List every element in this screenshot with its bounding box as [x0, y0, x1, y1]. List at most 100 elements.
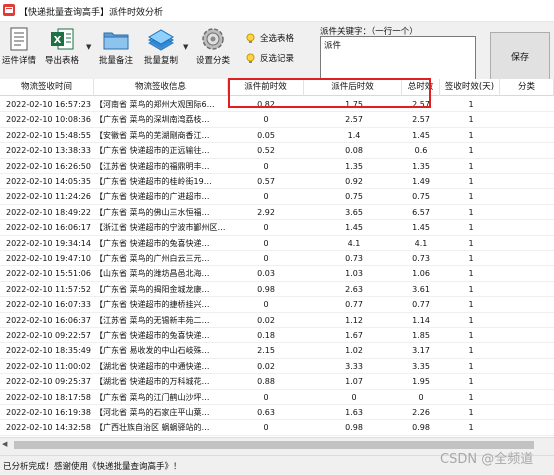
table-row[interactable]: 2022-02-10 13:38:33 【广东省 快递超市的正远输往… 0.52 0.…: [0, 143, 554, 159]
save-button[interactable]: 保存: [490, 32, 550, 80]
cell-sign-time: 2022-02-10 16:26:50: [6, 161, 91, 171]
excel-icon: X: [51, 28, 74, 50]
cell-sign-time: 2022-02-10 18:17:58: [6, 392, 91, 402]
cell-sign-info: 【广东省 快递超市的兔喜快递…: [95, 238, 210, 248]
cell-post-dispatch: 2.57: [345, 115, 363, 125]
table-row[interactable]: 2022-02-10 14:05:35 【广东省 快递超市的桂岭街19… 0.57 0…: [0, 174, 554, 190]
table-row[interactable]: 2022-02-10 18:49:22 【广东省 菜鸟的佛山三水恒福… 2.92 3.…: [0, 205, 554, 221]
cell-sign-days: 1: [468, 238, 474, 248]
cell-sign-days: 1: [468, 177, 474, 186]
cell-post-dispatch: 1.67: [345, 331, 363, 340]
cell-post-dispatch: 0.08: [345, 146, 363, 156]
settings-icon: [202, 28, 224, 50]
invert-selection-label: 反选记录: [260, 54, 295, 64]
table-row[interactable]: 2022-02-10 09:22:57 【广东省 快递超市的兔喜快递… 0.18 1.…: [0, 328, 554, 344]
cell-sign-info: 【广东省 菜鸟的深圳南湾荔枝…: [95, 115, 210, 125]
cell-total: 1.45: [412, 130, 430, 140]
col-header-sign-time[interactable]: 物流签收时间: [0, 79, 94, 96]
table-row[interactable]: 2022-02-10 16:06:37 【江苏省 菜鸟的无锡新丰苑二… 0.02 1.…: [0, 313, 554, 328]
cell-sign-info: 【广东省 快递超市的正远输往…: [95, 146, 210, 156]
shipment-details-button[interactable]: 运件详情: [0, 26, 38, 74]
cell-total: 1.45: [412, 223, 430, 233]
cell-sign-time: 2022-02-10 16:06:17: [6, 223, 91, 233]
cell-sign-info: 【江苏省 快递超市的福鼎明丰…: [95, 161, 210, 171]
cell-sign-days: 1: [468, 331, 474, 340]
batch-copy-button[interactable]: 批量复制: [138, 26, 184, 74]
cell-post-dispatch: 0.73: [345, 254, 363, 263]
invert-selection-toggle[interactable]: 反选记录: [245, 51, 294, 65]
cell-sign-days: 1: [468, 130, 474, 140]
scroll-left-arrow-icon[interactable]: ◀: [2, 440, 7, 448]
cell-pre-dispatch: 2.92: [257, 207, 275, 217]
export-dropdown-arrow-icon[interactable]: ▼: [86, 43, 91, 51]
copy-dropdown-arrow-icon[interactable]: ▼: [183, 43, 188, 51]
cell-sign-info: 【广东省 快递超市的桂岭街19…: [95, 177, 212, 186]
lightbulb-icon: [246, 33, 255, 43]
cell-total: 3.61: [412, 284, 430, 294]
cell-pre-dispatch: 0.18: [257, 331, 275, 340]
cell-sign-info: 【广东省 菜鸟的佛山三水恒福…: [95, 207, 210, 217]
cell-pre-dispatch: 0: [263, 392, 269, 402]
table-row[interactable]: 2022-02-10 16:07:33 【广东省 快递超市的捷桥挂兴… 0 0.77 0…: [0, 297, 554, 313]
cell-post-dispatch: 1.4: [347, 130, 361, 140]
cell-pre-dispatch: 0.88: [257, 377, 275, 387]
cell-sign-time: 2022-02-10 16:06:37: [6, 315, 91, 325]
cell-sign-days: 1: [468, 115, 474, 125]
cell-sign-info: 【广东省 菜鸟的广州白云三元…: [95, 254, 210, 263]
cell-sign-days: 1: [468, 284, 474, 294]
table-row[interactable]: 2022-02-10 11:24:26 【广东省 快递超市的广进超市… 0 0.75 0…: [0, 189, 554, 205]
cell-sign-time: 2022-02-10 19:34:14: [6, 238, 91, 248]
table-row[interactable]: 2022-02-10 19:47:10 【广东省 菜鸟的广州白云三元… 0 0.73 0…: [0, 251, 554, 267]
cell-total: 6.57: [412, 207, 430, 217]
cell-post-dispatch: 1.03: [345, 269, 363, 279]
table-row[interactable]: 2022-02-10 15:51:06 【山东省 菜鸟的潍坊昌邑北海… 0.03 1.…: [0, 266, 554, 282]
cell-sign-info: 【湖北省 快递超市的中通快递…: [95, 361, 210, 371]
cell-sign-days: 1: [468, 100, 474, 109]
table-row[interactable]: 2022-02-10 18:35:49 【广东省 易收发的中山石岐殊… 2.15 1.…: [0, 343, 554, 359]
cell-sign-days: 1: [468, 223, 474, 233]
cell-sign-info: 【湖北省 快递超市的万科城花…: [95, 377, 210, 387]
table-row[interactable]: 2022-02-10 16:26:50 【江苏省 快递超市的福鼎明丰… 0 1.35 1…: [0, 159, 554, 174]
set-category-button[interactable]: 设置分类: [193, 26, 233, 74]
highlight-annotation-box: [228, 78, 431, 108]
table-row[interactable]: 2022-02-10 14:32:58 【广西壮族自治区 蜗蜗驿站的… 0 0.98 0…: [0, 420, 554, 436]
cell-post-dispatch: 0.77: [345, 300, 363, 310]
table-row[interactable]: 2022-02-10 15:48:55 【安徽省 菜鸟的芜湖剛商香江… 0.05 1.…: [0, 128, 554, 144]
cell-sign-time: 2022-02-10 10:08:36: [6, 115, 91, 125]
cell-sign-days: 1: [468, 361, 474, 371]
col-header-category[interactable]: 分类: [500, 79, 554, 96]
col-header-sign-info[interactable]: 物流签收信息: [94, 79, 228, 96]
results-table[interactable]: 物流签收时间 物流签收信息 派件前时效 派件后时效 总时效 签收时效(天) 分类…: [0, 79, 554, 437]
table-row[interactable]: 2022-02-10 09:25:37 【湖北省 快递超市的万科城花… 0.88 1.…: [0, 374, 554, 390]
cell-sign-time: 2022-02-10 19:47:10: [6, 254, 91, 263]
cell-pre-dispatch: 0: [263, 254, 269, 263]
cell-sign-info: 【广东省 菜鸟的揭阳金城龙康…: [95, 284, 210, 294]
cell-post-dispatch: 0.75: [345, 192, 363, 202]
cell-total: 0.98: [412, 423, 430, 433]
cell-sign-info: 【山东省 菜鸟的潍坊昌邑北海…: [95, 269, 210, 279]
cell-sign-time: 2022-02-10 14:32:58: [6, 423, 91, 433]
table-row[interactable]: 2022-02-10 10:08:36 【广东省 菜鸟的深圳南湾荔枝… 0 2.57 2…: [0, 112, 554, 128]
table-row[interactable]: 2022-02-10 19:34:14 【广东省 快递超市的兔喜快递… 0 4.1 4.…: [0, 236, 554, 251]
copy-icon: [148, 29, 174, 51]
table-row[interactable]: 2022-02-10 18:17:58 【广东省 菜鸟的江门鹤山沙坪… 0 0 0 1: [0, 390, 554, 405]
export-table-button[interactable]: X 导出表格: [40, 26, 84, 74]
export-table-label: 导出表格: [44, 56, 79, 66]
table-row[interactable]: 2022-02-10 16:06:17 【浙江省 快递超市的宁波市鄞州区… 0 1.4…: [0, 220, 554, 236]
table-row[interactable]: 2022-02-10 16:19:38 【河北省 菜鸟的石家庄平山葉… 0.63 1.…: [0, 405, 554, 421]
cell-pre-dispatch: 0.98: [257, 284, 275, 294]
cell-sign-time: 2022-02-10 11:00:02: [6, 361, 91, 371]
cell-total: 4.1: [414, 238, 428, 248]
lightbulb-icon: [246, 53, 255, 63]
table-row[interactable]: 2022-02-10 11:00:02 【湖北省 快递超市的中通快递… 0.02 3.…: [0, 359, 554, 375]
col-header-sign-days[interactable]: 签收时效(天): [440, 79, 500, 96]
cell-sign-time: 2022-02-10 15:48:55: [6, 130, 91, 140]
cell-total: 0.75: [412, 192, 430, 202]
select-all-toggle[interactable]: 全选表格: [245, 31, 294, 45]
batch-note-button[interactable]: 批量备注: [96, 26, 136, 74]
cell-total: 2.57: [412, 115, 430, 125]
cell-total: 0.77: [412, 300, 430, 310]
table-row[interactable]: 2022-02-10 11:57:52 【广东省 菜鸟的揭阳金城龙康… 0.98 2.…: [0, 282, 554, 298]
toolbar: 运件详情 X 导出表格 ▼ 批量备注 批量复制 ▼ 设置分类 全选表格 反选记录…: [0, 22, 554, 90]
cell-sign-time: 2022-02-10 18:35:49: [6, 346, 91, 356]
